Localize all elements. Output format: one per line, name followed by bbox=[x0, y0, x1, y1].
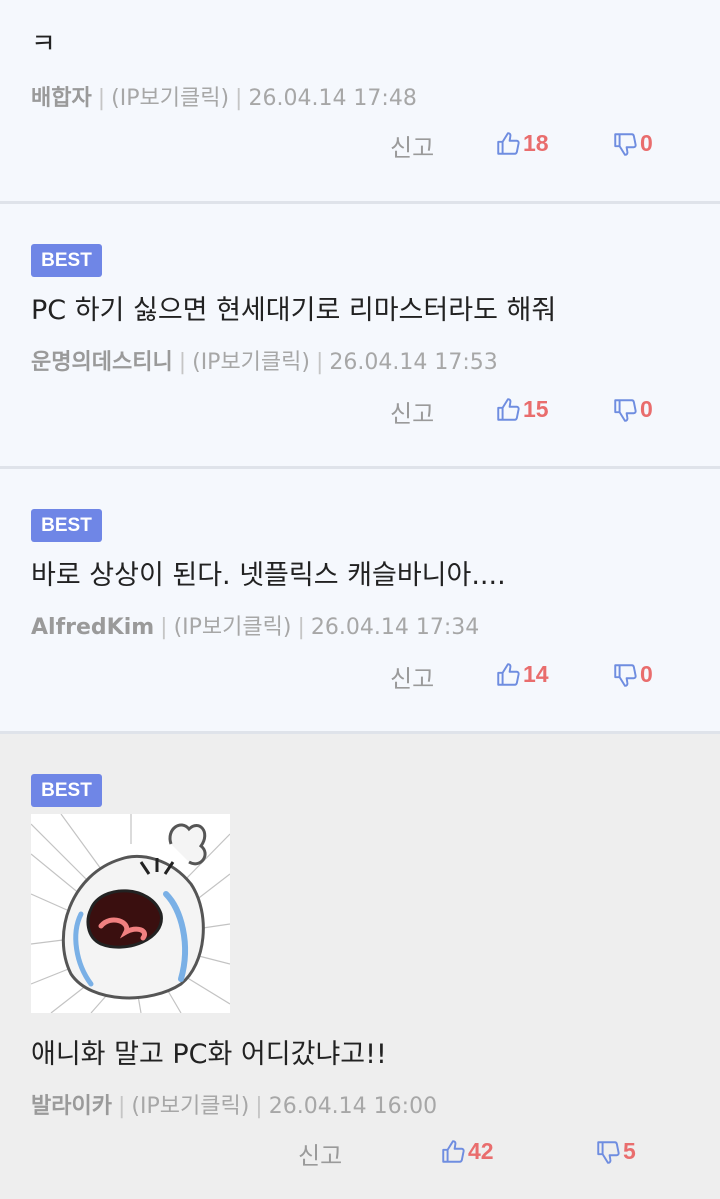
downvote-count: 0 bbox=[640, 130, 653, 156]
report-button[interactable]: 신고 bbox=[298, 1136, 342, 1171]
crying-emoticon-icon bbox=[31, 814, 230, 1013]
downvote-button[interactable]: 0 bbox=[612, 661, 653, 688]
comment-date: 26.04.14 17:34 bbox=[310, 615, 480, 640]
comment-meta: AlfredKim | (IP보기클릭) | 26.04.14 17:34 bbox=[31, 615, 480, 640]
thumbs-down-icon bbox=[614, 398, 637, 422]
comment-item-best: BEST 바로 상상이 된다. 넷플릭스 캐슬바니아.... AlfredKim… bbox=[0, 469, 720, 734]
ip-link[interactable]: (IP보기클릭) bbox=[131, 1094, 249, 1119]
crying-emoticon-image[interactable] bbox=[31, 814, 230, 1013]
ip-link[interactable]: (IP보기클릭) bbox=[174, 615, 292, 640]
report-button[interactable]: 신고 bbox=[390, 659, 434, 694]
upvote-button[interactable]: 15 bbox=[495, 396, 549, 423]
author-link[interactable]: AlfredKim bbox=[31, 615, 154, 640]
best-badge: BEST bbox=[31, 244, 102, 277]
thumbs-down-icon bbox=[614, 132, 637, 156]
comment-item-best: BEST PC 하기 싫으면 현세대기로 리마스터라도 해줘 운명의데스티니 |(… bbox=[0, 204, 720, 469]
upvote-count: 42 bbox=[468, 1138, 494, 1164]
upvote-count: 15 bbox=[523, 396, 549, 422]
comment-date: 26.04.14 17:48 bbox=[248, 86, 417, 111]
comment-meta: 발라이카 | (IP보기클릭) | 26.04.14 16:00 bbox=[31, 1094, 438, 1119]
downvote-count: 5 bbox=[623, 1138, 636, 1164]
upvote-button[interactable]: 42 bbox=[440, 1138, 494, 1165]
comment-text: 바로 상상이 된다. 넷플릭스 캐슬바니아.... bbox=[31, 560, 506, 591]
comment-item-best-selected: BEST 애니화 말고 PC화 어디갔냐고!! 발라이카 | (IP보기클릭) … bbox=[0, 734, 720, 1199]
report-button[interactable]: 신고 bbox=[390, 128, 434, 163]
upvote-button[interactable]: 18 bbox=[495, 130, 549, 157]
downvote-count: 0 bbox=[640, 396, 653, 422]
thumbs-up-icon bbox=[497, 397, 520, 421]
ip-link[interactable]: (IP보기클릭) bbox=[111, 86, 229, 111]
author-link[interactable]: 배합자 bbox=[31, 86, 92, 111]
ip-link[interactable]: (IP보기클릭) bbox=[192, 350, 310, 375]
comment-text: 애니화 말고 PC화 어디갔냐고!! bbox=[31, 1039, 387, 1070]
thumbs-down-icon bbox=[597, 1140, 620, 1164]
author-link[interactable]: 운명의데스티니 bbox=[31, 350, 173, 375]
comment-date: 26.04.14 17:53 bbox=[329, 350, 498, 375]
comment-item: ㅋ 배합자 | (IP보기클릭) | 26.04.14 17:48 신고 18 0 bbox=[0, 0, 720, 204]
downvote-button[interactable]: 5 bbox=[595, 1138, 636, 1165]
thumbs-up-icon bbox=[497, 131, 520, 155]
comment-text: ㅋ bbox=[31, 29, 56, 60]
author-link[interactable]: 발라이카 bbox=[31, 1094, 112, 1119]
comment-text: PC 하기 싫으면 현세대기로 리마스터라도 해줘 bbox=[31, 295, 557, 326]
upvote-count: 14 bbox=[523, 661, 549, 687]
best-badge: BEST bbox=[31, 509, 102, 542]
comment-meta: 배합자 | (IP보기클릭) | 26.04.14 17:48 bbox=[31, 86, 417, 111]
thumbs-up-icon bbox=[497, 662, 520, 686]
upvote-button[interactable]: 14 bbox=[495, 661, 549, 688]
downvote-button[interactable]: 0 bbox=[612, 130, 653, 157]
comment-meta: 운명의데스티니 | (IP보기클릭) | 26.04.14 17:53 bbox=[31, 350, 498, 375]
downvote-count: 0 bbox=[640, 661, 653, 687]
upvote-count: 18 bbox=[523, 130, 549, 156]
thumbs-up-icon bbox=[442, 1139, 465, 1163]
report-button[interactable]: 신고 bbox=[390, 394, 434, 429]
best-badge: BEST bbox=[31, 774, 102, 807]
downvote-button[interactable]: 0 bbox=[612, 396, 653, 423]
comment-date: 26.04.14 16:00 bbox=[268, 1094, 438, 1119]
thumbs-down-icon bbox=[614, 663, 637, 687]
